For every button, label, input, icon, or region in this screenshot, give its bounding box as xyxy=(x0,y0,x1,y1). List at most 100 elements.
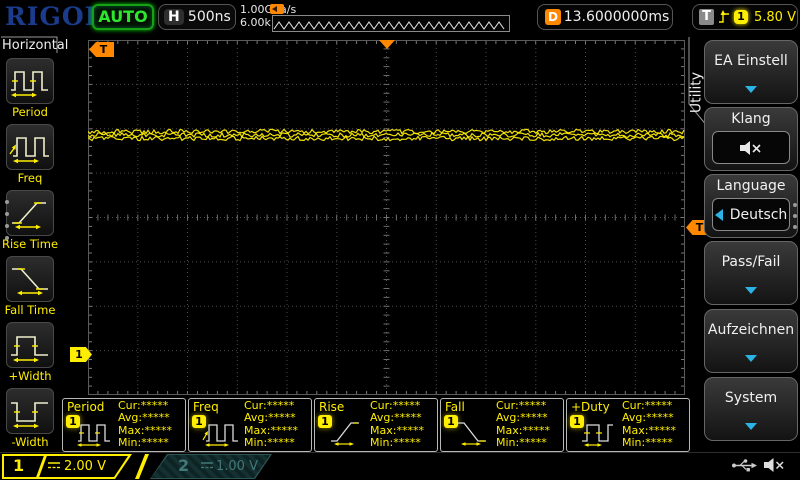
preview-wave-icon xyxy=(273,21,505,30)
period-button[interactable] xyxy=(6,58,54,104)
measure-name: Period xyxy=(67,400,105,414)
measure-panel-fall: Fall 1 Cur:***** Avg:***** Max:***** Min… xyxy=(440,398,564,452)
measure-panel-pduty: +Duty 1 Cur:***** Avg:***** Max:***** Mi… xyxy=(566,398,690,452)
menu-item-fall-time[interactable]: Fall Time xyxy=(0,256,60,317)
trigger-status-box[interactable]: T 1 5.80 V xyxy=(692,4,798,30)
fall-time-button[interactable] xyxy=(6,256,54,302)
period-icon xyxy=(11,71,48,98)
menu-item-period[interactable]: Period xyxy=(0,58,60,119)
right-page-dot xyxy=(793,225,797,229)
left-menu-title: Horizontal xyxy=(2,38,69,53)
left-page-dot xyxy=(5,236,9,240)
rise-time-label: Rise Time xyxy=(1,237,59,251)
io-setting-label: EA Einstell xyxy=(714,53,788,69)
sound-button[interactable]: Klang xyxy=(704,107,798,171)
chevron-down-icon xyxy=(745,86,757,93)
menu-item-freq[interactable]: Freq xyxy=(0,124,60,185)
measure-name: Rise xyxy=(319,400,345,414)
rise-time-icon xyxy=(12,202,46,230)
rise-time-button[interactable] xyxy=(6,190,54,236)
right-page-dot xyxy=(793,203,797,207)
delay-offset-box[interactable]: D 13.6000000ms xyxy=(537,4,673,30)
measure-name: Fall xyxy=(445,400,465,414)
left-page-dot xyxy=(5,200,9,204)
language-value: Deutsch xyxy=(729,206,788,223)
channel1-scale: 2.00 V xyxy=(64,459,106,474)
trigger-badge: T xyxy=(699,9,714,25)
language-button[interactable]: Language Deutsch xyxy=(704,174,798,238)
measure-panel-rise: Rise 1 Cur:***** Avg:***** Max:***** Min… xyxy=(314,398,438,452)
rising-edge-icon xyxy=(719,10,729,23)
chevron-down-icon xyxy=(745,423,757,430)
record-button[interactable]: Aufzeichnen xyxy=(704,309,798,373)
trigger-level-value: 5.80 V xyxy=(754,9,796,25)
fall-time-label: Fall Time xyxy=(4,303,56,317)
bottom-divider xyxy=(0,452,800,453)
channel1-number: 1 xyxy=(13,456,25,475)
right-page-dot xyxy=(793,214,797,218)
measure-panel-freq: Freq 1 Cur:***** Avg:***** Max:***** Min… xyxy=(188,398,312,452)
measure-name: +Duty xyxy=(571,400,610,414)
freq-label: Freq xyxy=(17,171,43,185)
chevron-down-icon xyxy=(745,355,757,362)
rigol-logo: RIGOL xyxy=(5,2,104,31)
chevron-left-icon xyxy=(714,208,723,221)
minus-width-button[interactable] xyxy=(6,388,54,434)
measure-stats: Cur:***** Avg:***** Max:***** Min:***** xyxy=(118,399,172,449)
freq-measure-icon xyxy=(202,424,238,447)
horizontal-label: H xyxy=(164,9,184,25)
measure-name: Freq xyxy=(193,400,219,414)
channel2-scale: 1.00 V xyxy=(216,459,258,474)
pass-fail-label: Pass/Fail xyxy=(721,254,781,270)
utility-menu-tab: Utility xyxy=(688,71,705,114)
minus-width-icon xyxy=(11,402,48,429)
delay-value: 13.6000000ms xyxy=(563,9,670,25)
minus-width-label: -Width xyxy=(11,435,49,449)
language-label: Language xyxy=(716,178,786,194)
horizontal-timebase-box[interactable]: H 500ns xyxy=(158,4,236,30)
window-position-arrow-icon xyxy=(270,4,284,14)
oscilloscope-screen: RIGOL AUTO H 500ns 1.00GSa/s 6.00k pts D… xyxy=(0,0,800,480)
rise-measure-icon xyxy=(331,422,359,446)
freq-icon xyxy=(9,137,49,164)
delay-badge: D xyxy=(545,9,561,25)
speaker-muted-icon xyxy=(764,458,784,472)
left-page-dot xyxy=(5,224,9,228)
system-button[interactable]: System xyxy=(704,377,798,441)
period-measure-icon xyxy=(77,424,110,447)
menu-item-plus-width[interactable]: +Width xyxy=(0,322,60,383)
sound-label: Klang xyxy=(731,111,771,127)
plus-width-button[interactable] xyxy=(6,322,54,368)
freq-button[interactable] xyxy=(6,124,54,170)
trigger-source-badge: 1 xyxy=(734,10,748,24)
system-label: System xyxy=(724,390,778,406)
delay-position-marker-icon[interactable] xyxy=(379,40,395,49)
measure-stats: Cur:***** Avg:***** Max:***** Min:***** xyxy=(244,399,298,449)
pduty-measure-icon xyxy=(582,424,613,447)
chevron-down-icon xyxy=(745,287,757,294)
period-label: Period xyxy=(12,105,48,119)
measure-stats: Cur:***** Avg:***** Max:***** Min:***** xyxy=(496,399,550,449)
pass-fail-button[interactable]: Pass/Fail xyxy=(704,241,798,305)
usb-icon xyxy=(732,459,757,472)
sound-state-box xyxy=(712,131,790,164)
speaker-muted-icon xyxy=(740,140,761,155)
record-label: Aufzeichnen xyxy=(707,322,795,338)
menu-item-rise-time[interactable]: Rise Time xyxy=(0,190,60,251)
fall-measure-icon xyxy=(457,422,486,446)
measure-stats: Cur:***** Avg:***** Max:***** Min:***** xyxy=(370,399,424,449)
plus-width-icon xyxy=(11,336,48,363)
left-page-dot xyxy=(5,212,9,216)
measure-panel-period: Period 1 Cur:***** Avg:***** Max:***** M… xyxy=(62,398,186,452)
channel1-slash xyxy=(135,454,149,479)
menu-item-minus-width[interactable]: -Width xyxy=(0,388,60,449)
timebase-value: 500ns xyxy=(187,9,231,25)
plus-width-label: +Width xyxy=(8,369,52,383)
io-setting-button[interactable]: EA Einstell xyxy=(704,40,798,104)
channel2-number: 2 xyxy=(178,456,190,475)
language-value-box: Deutsch xyxy=(712,198,790,231)
run-status-badge[interactable]: AUTO xyxy=(92,4,154,30)
dc-coupling-icon xyxy=(201,462,213,469)
waveform-preview[interactable] xyxy=(272,15,510,32)
dc-coupling-icon xyxy=(48,462,60,469)
